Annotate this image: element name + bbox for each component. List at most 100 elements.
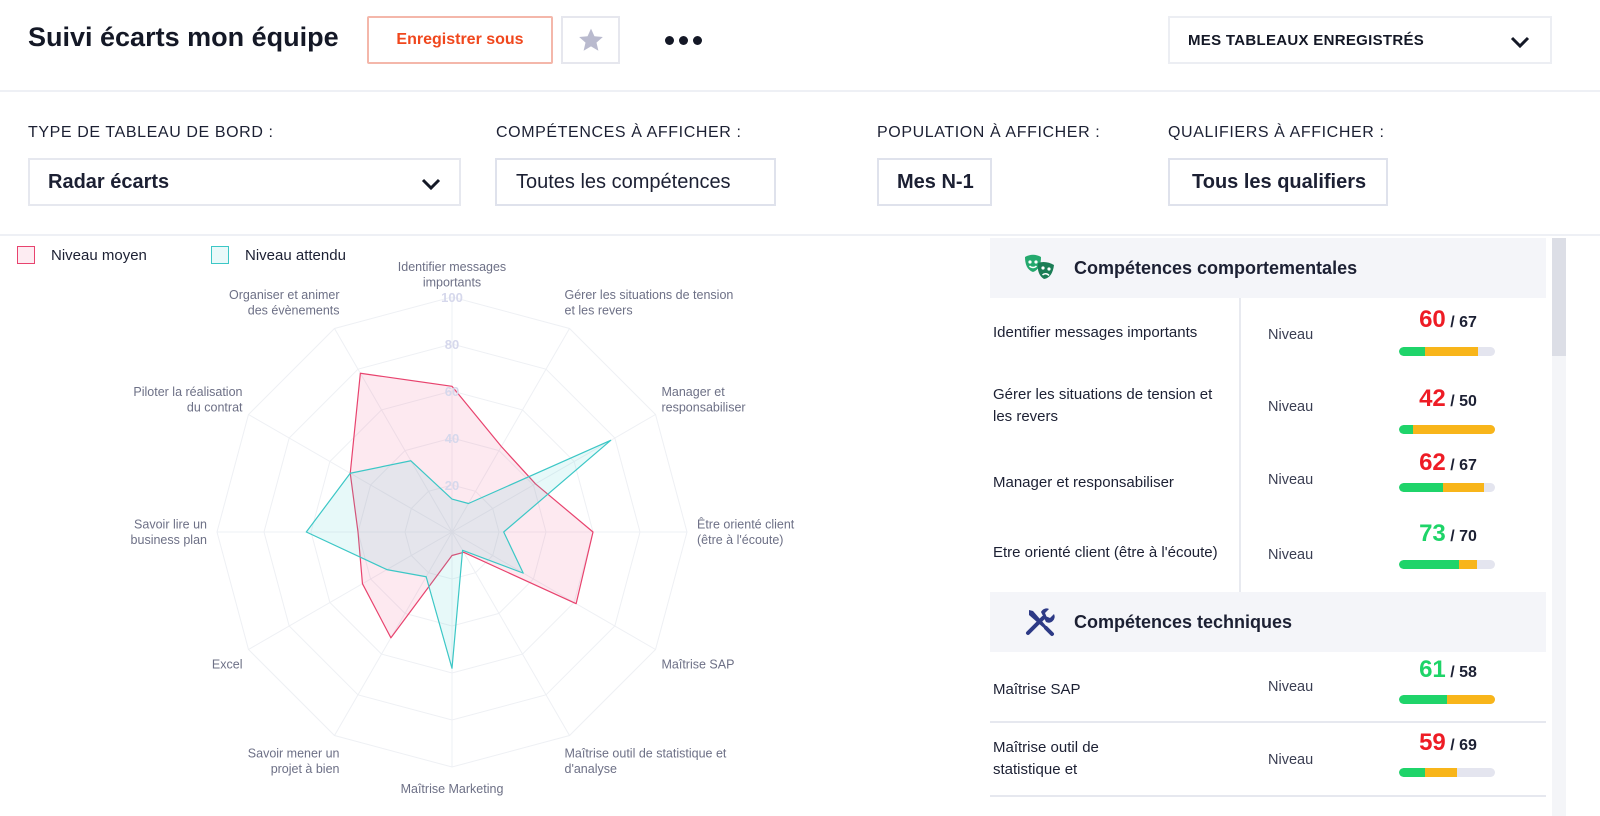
radar-tick-label: 80 [445, 337, 459, 352]
section-title-technical: Compétences techniques [1074, 611, 1293, 632]
score-target: / 58 [1450, 664, 1477, 681]
chevron-down-icon [421, 178, 441, 191]
skill-progress-bar [1399, 560, 1495, 569]
radar-axis-label: Savoir mener un projet à bien [248, 747, 340, 777]
level-label: Niveau [1268, 679, 1314, 695]
scrollbar-thumb[interactable] [1552, 238, 1566, 356]
bar-green [1399, 768, 1425, 777]
chevron-down-icon [1510, 36, 1530, 49]
skills-filter-label: COMPÉTENCES À AFFICHER : [496, 124, 742, 141]
score-target: / 67 [1450, 314, 1477, 331]
skill-progress-bar [1399, 695, 1495, 704]
score-target: / 70 [1450, 528, 1477, 545]
score-value: 59 [1419, 729, 1446, 756]
skill-score: 73 / 70 [1400, 520, 1496, 548]
bar-green [1399, 560, 1460, 569]
score-target: / 69 [1450, 737, 1477, 754]
score-target: / 67 [1450, 457, 1477, 474]
level-label: Niveau [1268, 752, 1314, 768]
more-options-button[interactable] [652, 24, 714, 56]
skill-progress-bar [1399, 425, 1495, 434]
section-header-behavioral: Compétences comportementales [990, 238, 1546, 298]
radar-tick-label: 20 [445, 478, 459, 493]
radar-axis-label: Être orienté client (être à l'écoute) [697, 516, 795, 547]
radar-axis-label: Piloter la réalisation du contrat [133, 385, 243, 415]
save-as-button[interactable]: Enregistrer sous [367, 16, 553, 64]
skill-name: Maîtrise outil de statistique et [993, 739, 1099, 778]
radar-axis-label: Maîtrise outil de statistique et d'analys… [565, 747, 727, 777]
population-filter-button[interactable]: Mes N-1 [877, 158, 992, 206]
skill-name: Gérer les situations de tension et les r… [993, 386, 1213, 425]
scrollbar[interactable] [1552, 238, 1566, 816]
level-label: Niveau [1268, 327, 1314, 343]
qualifiers-filter-value: Tous les qualifiers [1192, 170, 1367, 193]
skill-progress-bar [1399, 768, 1495, 777]
score-value: 73 [1419, 520, 1446, 547]
level-label: Niveau [1268, 472, 1314, 488]
skill-score: 42 / 50 [1400, 385, 1496, 413]
bar-green [1399, 483, 1444, 492]
page-header: Suivi écarts mon équipe Enregistrer sous… [0, 0, 1600, 92]
dashboard-type-select[interactable]: Radar écarts [28, 158, 461, 206]
score-value: 60 [1419, 306, 1446, 333]
score-value: 61 [1419, 656, 1446, 683]
bar-orange [1459, 560, 1477, 569]
dashboard-type-value: Radar écarts [48, 170, 170, 193]
radar-axis-label: Maîtrise Marketing [401, 782, 504, 796]
qualifiers-filter-button[interactable]: Tous les qualifiers [1168, 158, 1388, 206]
skill-name: Manager et responsabiliser [993, 474, 1174, 491]
bar-orange [1424, 347, 1478, 356]
more-dot [692, 35, 702, 45]
score-value: 62 [1419, 449, 1446, 476]
radar-axis-label: Excel [212, 658, 243, 672]
more-horizontal-icon [664, 35, 674, 45]
skill-score: 60 / 67 [1400, 306, 1496, 334]
bar-green [1399, 347, 1425, 356]
bar-orange [1447, 695, 1495, 704]
radar-axis-label: Gérer les situations de tension et les re… [565, 288, 734, 318]
section-title-behavioral: Compétences comportementales [1074, 257, 1358, 278]
skill-name: Maîtrise SAP [993, 681, 1081, 698]
score-value: 42 [1419, 385, 1446, 412]
star-icon [578, 28, 603, 51]
bar-orange [1424, 768, 1457, 777]
dashboard-type-label: TYPE DE TABLEAU DE BORD : [28, 124, 274, 141]
saved-dashboards-dropdown[interactable]: MES TABLEAUX ENREGISTRÉS [1168, 16, 1552, 64]
radar-tick-label: 60 [445, 384, 459, 399]
skills-filter-value: Toutes les compétences [516, 170, 731, 193]
skill-score: 62 / 67 [1400, 449, 1496, 477]
radar-axis-label: Savoir lire un business plan [131, 517, 207, 547]
qualifiers-filter-label: QUALIFIERS À AFFICHER : [1168, 124, 1385, 141]
row-divider [990, 795, 1546, 797]
skill-score: 61 / 58 [1400, 656, 1496, 684]
radar-axis-label: Maîtrise SAP [661, 658, 734, 672]
skill-progress-bar [1399, 347, 1495, 356]
radar-tick-label: 40 [445, 431, 459, 446]
skills-filter-button[interactable]: Toutes les compétences [495, 158, 776, 206]
population-filter-value: Mes N-1 [897, 170, 974, 193]
page-title: Suivi écarts mon équipe [28, 22, 339, 52]
bar-green [1399, 695, 1447, 704]
row-divider [990, 721, 1546, 723]
tools-icon [1026, 608, 1055, 636]
radar-chart: 20 40 60 80 100Identifier messages importants… [131, 260, 795, 796]
population-filter-label: POPULATION À AFFICHER : [877, 124, 1101, 141]
radar-axis-label: Organiser et animer des évènements [229, 288, 339, 318]
section-header-technical: Compétences techniques [990, 592, 1546, 652]
theater-masks-icon [1025, 254, 1054, 279]
saved-dashboards-label: MES TABLEAUX ENREGISTRÉS [1188, 31, 1425, 49]
bar-green [1399, 425, 1414, 434]
radar-axis-label: Manager et responsabiliser [661, 385, 745, 415]
score-target: / 50 [1450, 393, 1477, 410]
skill-name: Etre orienté client (être à l'écoute) [993, 544, 1218, 561]
skill-name: Identifier messages importants [993, 324, 1198, 341]
skill-score: 59 / 69 [1400, 729, 1496, 757]
level-label: Niveau [1268, 399, 1314, 415]
bar-orange [1413, 425, 1495, 434]
level-label: Niveau [1268, 547, 1314, 563]
bar-orange [1443, 483, 1485, 492]
more-dot [678, 35, 688, 45]
favorite-button[interactable] [561, 16, 620, 64]
radar-axis-label: Identifier messages importants [398, 260, 506, 290]
radar-tick-label: 100 [441, 290, 463, 305]
